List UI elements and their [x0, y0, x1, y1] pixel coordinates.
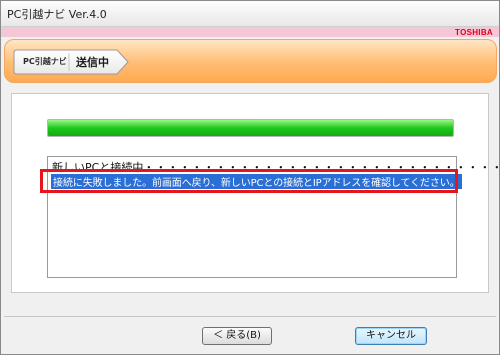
footer-divider [4, 316, 496, 317]
pc-hikkoshi-navi-window: PC引越ナビ Ver.4.0 TOSHIBA PC引越ナビ 送信中 新しいPCと… [0, 0, 500, 355]
log-line-dots: ・・・・・・・・・・・・・・・・・・・・・・・・・・・・・・ [143, 161, 500, 174]
window-title: PC引越ナビ Ver.4.0 [7, 8, 107, 21]
progress-bar-fill [48, 120, 453, 136]
step-title: 送信中 [76, 56, 109, 69]
title-bar[interactable]: PC引越ナビ Ver.4.0 [1, 1, 499, 27]
progress-bar [47, 119, 454, 137]
brand-strip [1, 27, 499, 37]
log-line-connecting: 新しいPCと接続中・・・・・・・・・・・・・・・・・・・・・・・・・・・・・・ [52, 159, 500, 175]
content-panel: 新しいPCと接続中・・・・・・・・・・・・・・・・・・・・・・・・・・・・・・ … [11, 93, 500, 293]
app-badge-label: PC引越ナビ [23, 57, 67, 66]
log-line-text: 新しいPCと接続中 [52, 161, 144, 174]
back-button[interactable]: ＜ 戻る(B) [202, 327, 272, 345]
status-log-box[interactable]: 新しいPCと接続中・・・・・・・・・・・・・・・・・・・・・・・・・・・・・・ … [47, 156, 500, 278]
log-line-error: 接続に失敗しました。前画面へ戻り、新しいPCとの接続とIPアドレスを確認してくだ… [51, 174, 462, 189]
toshiba-logo: TOSHIBA [455, 28, 493, 37]
app-badge: PC引越ナビ 送信中 [13, 49, 130, 75]
step-header-banner: PC引越ナビ 送信中 [4, 39, 497, 83]
cancel-button[interactable]: キャンセル [355, 327, 427, 345]
